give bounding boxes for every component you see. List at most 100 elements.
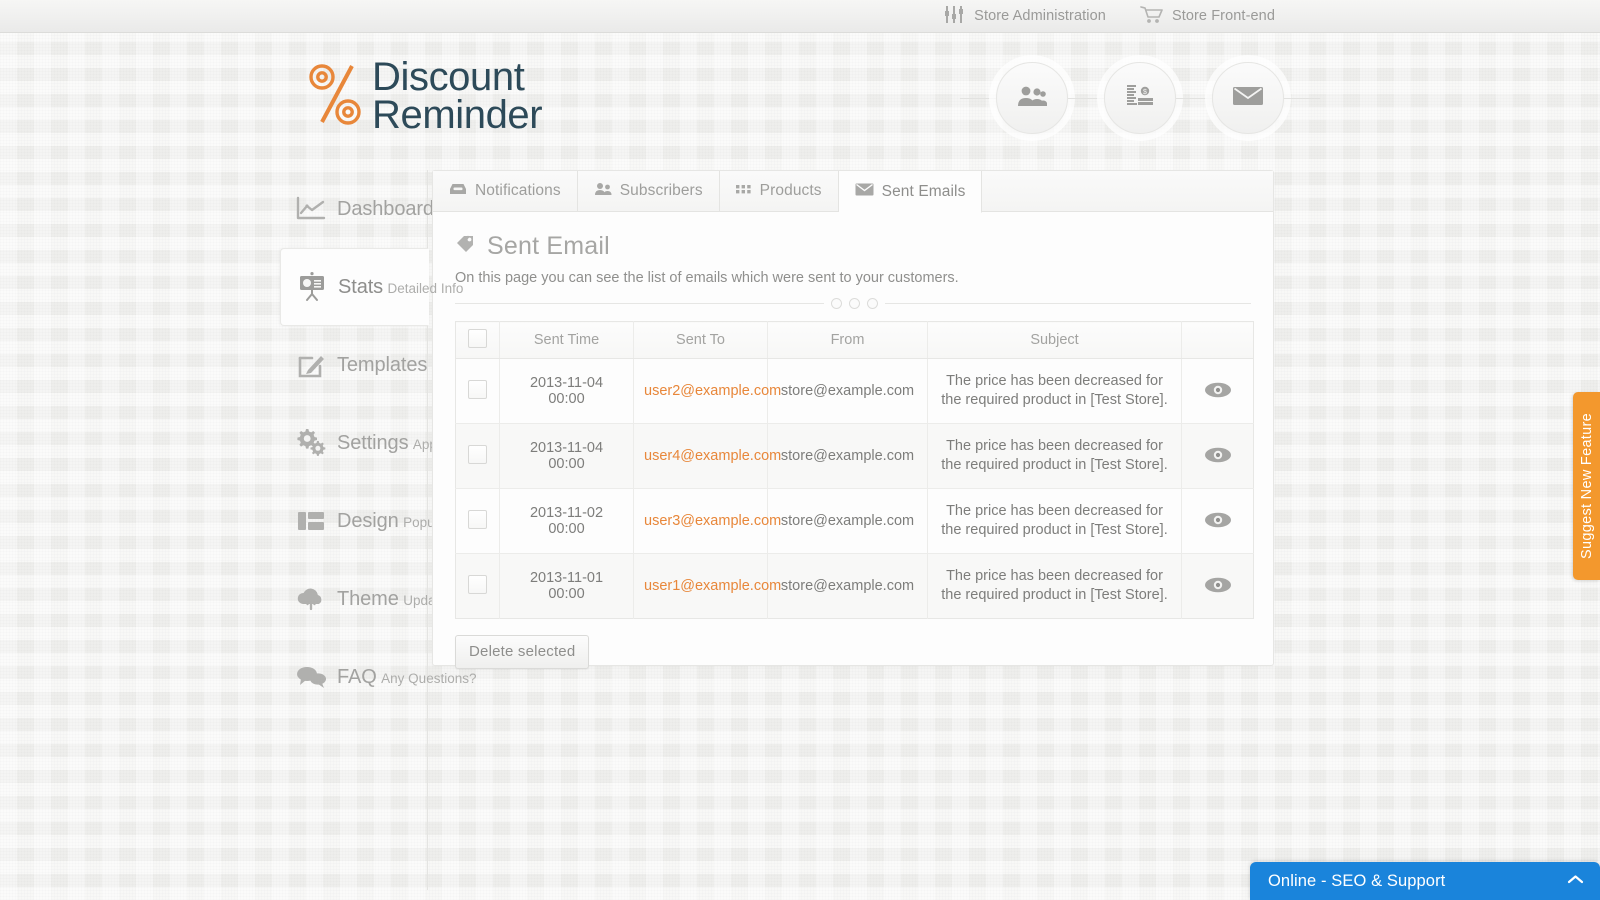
cell-sent-time: 2013-11-04 00:00 [500,424,634,489]
app-logo[interactable]: Discount Reminder [306,58,542,134]
cell-sent-time: 2013-11-02 00:00 [500,489,634,554]
sidebar-item-title: Design [337,510,399,532]
cell-sent-time: 2013-11-04 00:00 [500,359,634,424]
cloud-upload-icon [294,582,328,616]
header-action-circles: $ [960,48,1320,148]
sidebar-item-settings[interactable]: Settings App Settings [280,404,427,482]
main-panel: Notifications Subscribers Products [432,170,1274,666]
divider-dot-3[interactable] [867,298,878,309]
view-email-button[interactable] [1203,574,1233,596]
tab-label: Subscribers [620,182,703,200]
row-select-cell [456,359,500,424]
row-checkbox[interactable] [468,575,487,594]
sliders-icon [944,6,966,27]
chevron-up-icon[interactable] [1567,872,1584,890]
select-all-checkbox[interactable] [468,329,487,348]
view-email-button[interactable] [1203,444,1233,466]
tab-notifications[interactable]: Notifications [433,171,578,211]
sidebar-item-text: FAQ Any Questions? [337,667,476,688]
table-row: 2013-11-04 00:00 user4@example.com store… [456,424,1254,489]
sidebar-item-subtitle: Any Questions? [381,671,476,686]
column-sent-to[interactable]: Sent To [634,322,768,359]
sidebar-item-text: Stats Detailed Info [338,277,463,298]
sidebar-item-subtitle: Detailed Info [388,281,464,296]
tag-icon [455,232,477,261]
row-checkbox[interactable] [468,445,487,464]
logo-text: Discount Reminder [366,58,542,134]
people-icon [1017,84,1047,113]
layout-icon [294,504,328,538]
sidebar-item-title: Settings [337,432,408,454]
top-bar: Store Administration Store Front-end [0,0,1600,33]
row-checkbox[interactable] [468,510,487,529]
store-frontend-link[interactable]: Store Front-end [1140,5,1275,28]
sidebar-item-templates[interactable]: Templates Email Templates [280,326,427,404]
row-checkbox[interactable] [468,380,487,399]
tab-subscribers[interactable]: Subscribers [578,171,720,211]
cell-actions [1182,359,1254,424]
cell-actions [1182,554,1254,619]
sent-emails-table: Sent Time Sent To From Subject 2013-11-0… [455,321,1254,619]
view-email-button[interactable] [1203,379,1233,401]
cell-from: store@example.com [768,359,928,424]
delete-selected-button[interactable]: Delete selected [455,635,589,669]
cell-from: store@example.com [768,424,928,489]
sidebar-item-dashboard[interactable]: Dashboard General Info [280,170,427,248]
cell-from: store@example.com [768,489,928,554]
sidebar-item-theme[interactable]: Theme Update theme [280,560,427,638]
divider-line-left [455,303,824,304]
row-select-cell [456,554,500,619]
table-row: 2013-11-01 00:00 user1@example.com store… [456,554,1254,619]
cell-sent-to: user1@example.com [634,554,768,619]
divider-with-dots [455,298,1251,309]
chart-line-icon [294,192,328,226]
cell-subject: The price has been decreased for the req… [928,489,1182,554]
sent-to-link[interactable]: user4@example.com [644,448,781,464]
stats-circle-button[interactable]: $ [1104,62,1176,134]
sidebar-item-stats[interactable]: Stats Detailed Info [280,248,429,326]
suggest-new-feature-tab[interactable]: Suggest New Feature [1573,392,1600,580]
cell-subject: The price has been decreased for the req… [928,359,1182,424]
sent-to-link[interactable]: user3@example.com [644,513,781,529]
divider-line-right [885,303,1251,304]
store-frontend-label: Store Front-end [1172,8,1275,24]
sidebar-item-title: Theme [337,588,399,610]
sidebar-item-design[interactable]: Design Popup Style [280,482,427,560]
tab-label: Notifications [475,182,561,200]
cell-subject: The price has been decreased for the req… [928,424,1182,489]
sent-to-link[interactable]: user2@example.com [644,383,781,399]
cell-sent-to: user2@example.com [634,359,768,424]
svg-text:$: $ [1143,89,1147,96]
row-select-cell [456,424,500,489]
column-select-all [456,322,500,359]
sidebar-item-faq[interactable]: FAQ Any Questions? [280,638,427,716]
chat-bubbles-icon [294,660,328,694]
view-email-button[interactable] [1203,509,1233,531]
store-administration-link[interactable]: Store Administration [944,6,1106,27]
cell-sent-to: user4@example.com [634,424,768,489]
cell-actions [1182,489,1254,554]
column-actions [1182,322,1254,359]
panel-body: Sent Email On this page you can see the … [433,212,1273,669]
connector-line [1284,98,1320,99]
tab-sent-emails[interactable]: Sent Emails [839,171,983,213]
divider-dot-2[interactable] [849,298,860,309]
page-title-text: Sent Email [487,232,610,261]
column-sent-time[interactable]: Sent Time [500,322,634,359]
emails-circle-button[interactable] [1212,62,1284,134]
subscribers-circle-button[interactable] [996,62,1068,134]
sent-to-link[interactable]: user1@example.com [644,578,781,594]
table-row: 2013-11-04 00:00 user2@example.com store… [456,359,1254,424]
divider-dot-1[interactable] [831,298,842,309]
cell-sent-time: 2013-11-01 00:00 [500,554,634,619]
column-from[interactable]: From [768,322,928,359]
sidebar-item-title: FAQ [337,666,377,688]
tab-products[interactable]: Products [720,171,839,211]
chat-widget-label: Online - SEO & Support [1268,872,1445,891]
suggest-new-feature-label: Suggest New Feature [1579,413,1595,559]
column-subject[interactable]: Subject [928,322,1182,359]
page-description: On this page you can see the list of ema… [455,270,1251,286]
table-header-row: Sent Time Sent To From Subject [456,322,1254,359]
chat-widget-bar[interactable]: Online - SEO & Support [1250,862,1600,900]
connector-line [960,98,996,99]
